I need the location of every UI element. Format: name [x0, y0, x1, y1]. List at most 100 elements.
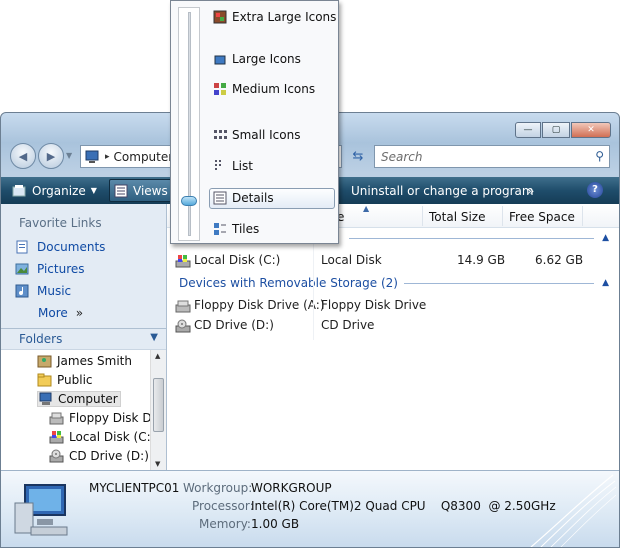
tree-label: James Smith — [57, 354, 132, 368]
scrollbar-thumb[interactable] — [153, 378, 164, 432]
column-free-space[interactable]: Free Space — [509, 210, 575, 224]
organize-button[interactable]: Organize ▼ — [11, 177, 97, 204]
view-large-icons[interactable]: Large Icons — [213, 52, 301, 66]
tree-label: Public — [57, 373, 93, 387]
slider-thumb[interactable] — [181, 196, 197, 206]
workgroup-label: Workgroup: — [183, 481, 253, 495]
favorite-label: Documents — [37, 240, 106, 254]
cd-drive-icon — [49, 449, 64, 463]
collapse-group-icon[interactable]: ▲ — [602, 278, 609, 288]
processor-label: Processor: — [192, 499, 254, 513]
more-links[interactable]: More » — [15, 306, 83, 320]
row-name: Floppy Disk Drive (A:) — [175, 298, 325, 313]
view-medium-icons[interactable]: Medium Icons — [213, 82, 315, 96]
row-total-size: 14.9 GB — [457, 253, 506, 267]
tree-item-local-disk[interactable]: Local Disk (C:) — [49, 430, 155, 444]
table-row[interactable]: CD Drive (D:) CD Drive — [175, 316, 595, 336]
row-name: Local Disk (C:) — [175, 253, 280, 268]
breadcrumb-separator[interactable]: ▸ — [105, 152, 110, 162]
favorite-links-title: Favorite Links — [19, 216, 102, 230]
organize-dropdown-icon: ▼ — [90, 186, 97, 195]
view-item-label: Large Icons — [232, 52, 301, 66]
refresh-button[interactable]: ⇆ — [346, 145, 370, 168]
tree-item-james-smith[interactable]: James Smith — [37, 354, 132, 368]
tree-label: Computer — [58, 392, 118, 406]
memory-value: 1.00 GB — [251, 517, 300, 531]
column-divider — [313, 240, 314, 340]
view-tiles[interactable]: Tiles — [213, 222, 259, 236]
column-separator[interactable] — [582, 206, 583, 226]
row-type: Floppy Disk Drive — [321, 298, 427, 312]
tree-label: Floppy Disk Dr — [69, 411, 157, 425]
medium-icons-icon — [214, 83, 226, 95]
column-separator[interactable] — [422, 206, 423, 226]
scroll-up-icon[interactable]: ▲ — [155, 352, 160, 360]
views-button[interactable]: Views — [109, 179, 173, 202]
search-icon[interactable]: ⚲ — [595, 149, 604, 163]
favorite-label: Pictures — [37, 262, 85, 276]
table-row[interactable]: Floppy Disk Drive (A:) Floppy Disk Drive — [175, 296, 595, 316]
group-removable-storage[interactable]: Devices with Removable Storage (2) ▲ — [179, 276, 609, 290]
search-placeholder: Search — [381, 149, 423, 164]
search-input[interactable]: Search ⚲ — [374, 145, 610, 168]
scroll-down-icon[interactable]: ▼ — [155, 460, 160, 468]
row-type: Local Disk — [321, 253, 382, 267]
collapse-chevron-icon[interactable]: ▼ — [150, 332, 158, 343]
forward-arrow-icon: ▶ — [46, 149, 56, 163]
close-button[interactable]: ✕ — [571, 122, 611, 138]
recent-pages-dropdown[interactable]: ▼ — [66, 151, 72, 160]
organize-icon — [12, 184, 26, 196]
window-controls: — ▢ ✕ — [515, 122, 611, 138]
pictures-icon — [15, 263, 29, 275]
row-free-space: 6.62 GB — [535, 253, 584, 267]
breadcrumb-computer[interactable]: Computer — [114, 150, 174, 164]
refresh-icon: ⇆ — [352, 149, 364, 164]
view-extra-large-icons[interactable]: Extra Large Icons — [213, 10, 336, 24]
floppy-drive-icon — [175, 300, 191, 312]
group-divider — [349, 237, 595, 239]
workgroup-value: WORKGROUP — [251, 481, 332, 495]
tree-item-computer[interactable]: Computer — [37, 391, 121, 407]
column-total-size[interactable]: Total Size — [429, 210, 485, 224]
view-list[interactable]: List — [213, 159, 253, 173]
column-separator[interactable] — [502, 206, 503, 226]
more-commands-button[interactable]: » — [527, 177, 534, 204]
tree-label: Local Disk (C:) — [69, 430, 156, 444]
forward-button[interactable]: ▶ — [38, 143, 64, 169]
uninstall-program-button[interactable]: Uninstall or change a program — [351, 177, 534, 204]
views-menu: Extra Large Icons Large Icons Medium Ico… — [170, 0, 339, 244]
more-chevron-icon: » — [75, 306, 84, 320]
tree-scrollbar[interactable]: ▲ ▼ — [150, 350, 166, 470]
favorite-music[interactable]: Music — [15, 284, 71, 298]
processor-value: Intel(R) Core(TM)2 Quad CPU Q8300 @ 2.50… — [251, 499, 556, 513]
view-item-label: List — [232, 159, 253, 173]
favorite-documents[interactable]: Documents — [15, 240, 105, 254]
table-row[interactable]: Local Disk (C:) Local Disk 14.9 GB 6.62 … — [175, 251, 595, 271]
help-icon[interactable]: ? — [587, 182, 603, 198]
tiles-icon — [214, 223, 226, 235]
views-label: Views — [133, 183, 168, 198]
view-size-slider[interactable] — [178, 7, 200, 241]
row-type: CD Drive — [321, 318, 375, 332]
maximize-button[interactable]: ▢ — [542, 122, 570, 138]
favorite-pictures[interactable]: Pictures — [15, 262, 85, 276]
view-details[interactable]: Details — [213, 191, 274, 205]
documents-icon — [16, 240, 28, 254]
tree-item-cd-drive[interactable]: CD Drive (D:) — [49, 449, 149, 463]
folders-header[interactable]: Folders ▼ — [1, 328, 166, 350]
cd-drive-icon — [175, 319, 191, 332]
large-icons-icon — [214, 55, 226, 65]
small-icons-icon — [214, 130, 227, 139]
more-label: More — [38, 306, 68, 320]
view-item-label: Small Icons — [232, 128, 301, 142]
memory-label: Memory: — [199, 517, 251, 531]
details-icon — [213, 191, 227, 205]
tree-item-public[interactable]: Public — [37, 373, 93, 387]
back-button[interactable]: ◀ — [10, 143, 36, 169]
view-small-icons[interactable]: Small Icons — [213, 128, 300, 142]
computer-icon — [39, 392, 52, 405]
collapse-group-icon[interactable]: ▲ — [602, 233, 609, 243]
tree-item-floppy-drive[interactable]: Floppy Disk Dr — [49, 411, 157, 425]
group-title: Devices with Removable Storage (2) — [179, 276, 398, 290]
minimize-button[interactable]: — — [515, 122, 541, 138]
